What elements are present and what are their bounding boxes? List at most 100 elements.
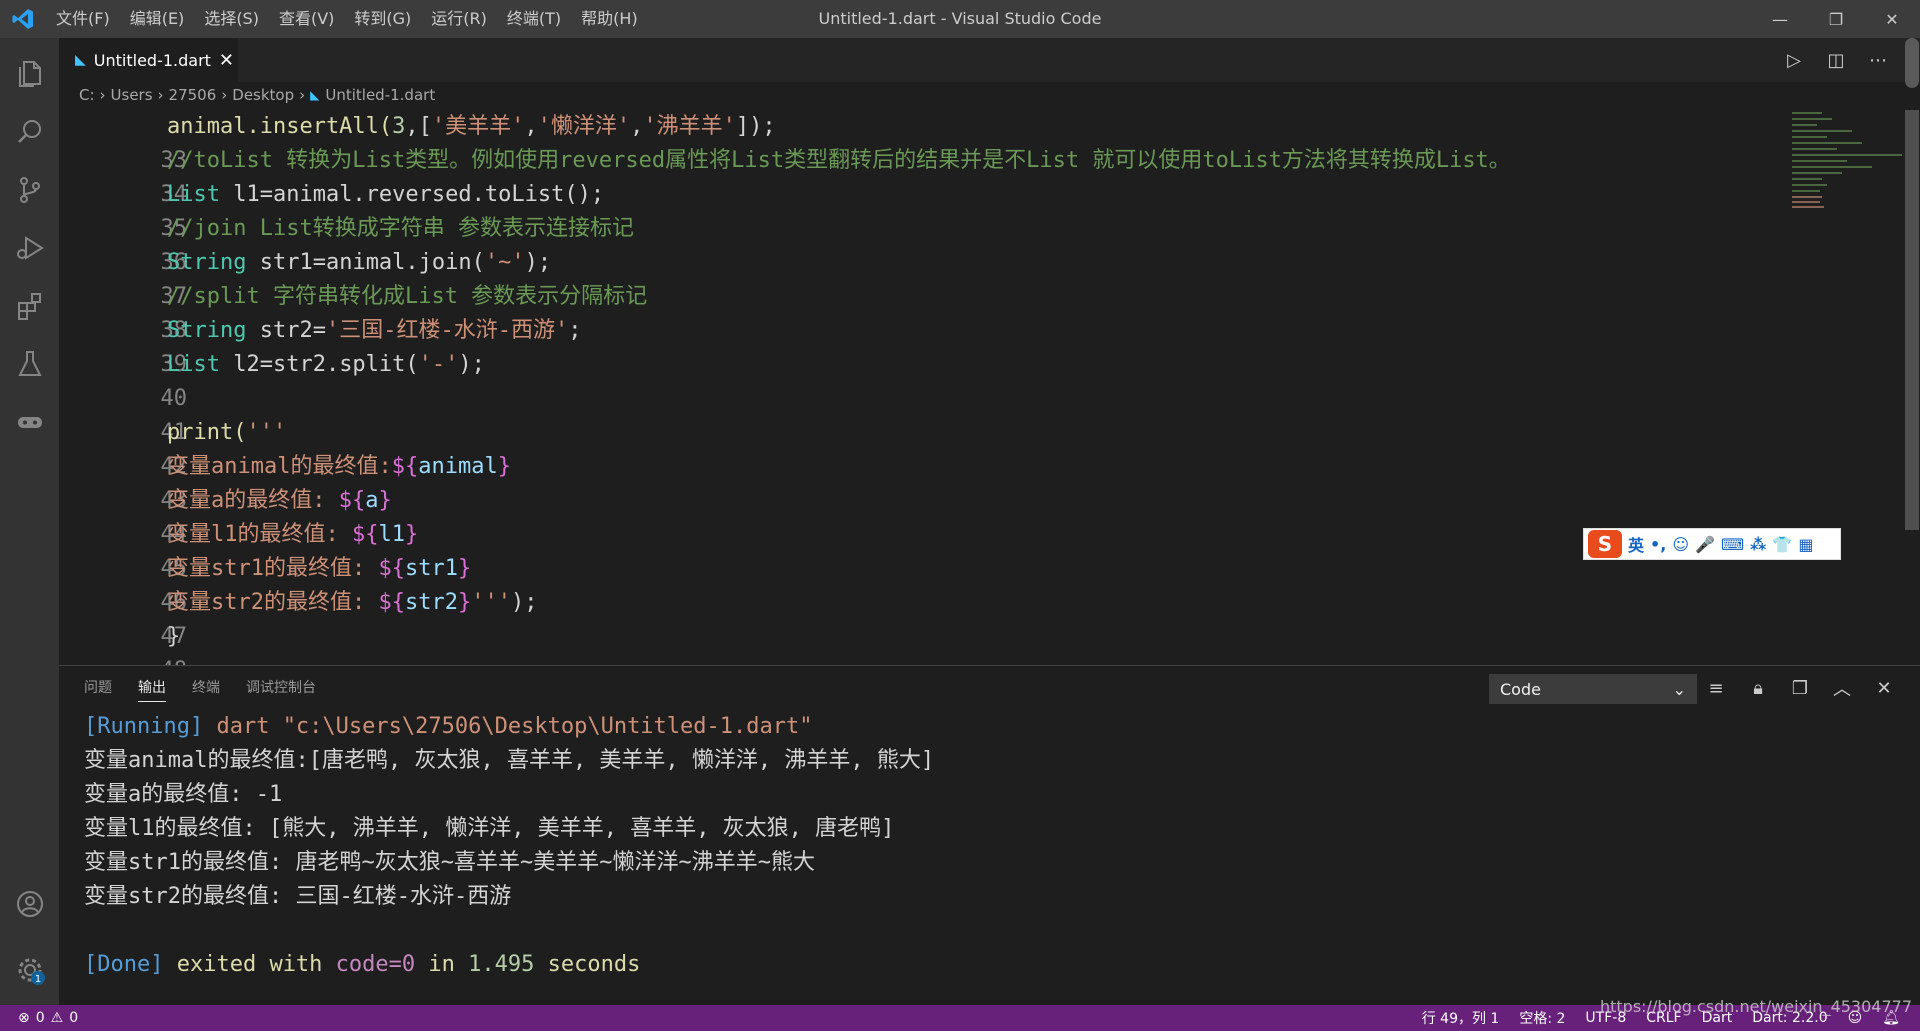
more-actions-icon[interactable]: ⋯ [1866,50,1890,71]
maximize-panel-icon[interactable]: ︿ [1831,675,1853,701]
ime-language-toggle[interactable]: 英 [1628,532,1644,556]
breadcrumb-users[interactable]: Users [111,86,153,104]
tab-close-icon[interactable]: ✕ [219,50,234,71]
clear-output-icon[interactable]: ≡ [1705,678,1727,699]
editor-tabs-bar: ◣ Untitled-1.dart ✕ ▷ ◫ ⋯ [59,38,1920,82]
minimap[interactable] [1790,110,1905,210]
remote-button[interactable] [0,394,59,450]
menu-edit[interactable]: 编辑(E) [120,0,195,38]
testing-button[interactable] [0,336,59,392]
tools-icon[interactable]: ⁂ [1750,535,1766,554]
search-button[interactable] [0,104,59,160]
output-channel-select[interactable]: Code ⌄ [1489,674,1697,704]
window-controls: — ❐ ✕ [1752,0,1920,38]
gear-icon: 1 [18,958,45,985]
elapsed-time: 1.495 [468,952,535,977]
menu-go[interactable]: 转到(G) [344,0,421,38]
code-token: } [457,590,472,615]
code-comment: //toList 转换为List类型。例如使用reversed属性将List类型… [167,148,1511,173]
breadcrumb: C: › Users › 27506 › Desktop › ◣ Untitle… [59,82,1920,108]
menu-run[interactable]: 运行(R) [421,0,497,38]
explorer-button[interactable] [0,46,59,102]
editor-scrollbar[interactable] [1905,110,1919,530]
output-line: 变量str1的最终值: 唐老鸭~灰太狼~喜羊羊~美羊羊~懒洋洋~沸羊羊~熊大 [84,850,815,875]
notification-count: 1 [34,974,40,985]
output-line: 变量animal的最终值:[唐老鸭, 灰太狼, 喜羊羊, 美羊羊, 懒洋洋, 沸… [84,748,935,773]
menu-help[interactable]: 帮助(H) [571,0,648,38]
close-panel-icon[interactable]: ✕ [1873,678,1895,699]
manage-button[interactable]: 1 [0,942,59,998]
breadcrumb-file[interactable]: Untitled-1.dart [325,86,435,104]
menu-view[interactable]: 查看(V) [269,0,344,38]
code-token: 变量animal的最终值: [167,454,392,479]
run-debug-button[interactable] [0,220,59,276]
tab-output[interactable]: 输出 [138,666,166,710]
code-line: 46 变量str1的最终值: ${str1} [59,552,471,615]
indentation[interactable]: 空格: 2 [1519,1008,1565,1028]
code-token: } [497,454,511,479]
code-line: 48 } [59,620,187,665]
watermark: https://blog.csdn.net/weixin_45304777 [1599,997,1912,1016]
run-file-icon[interactable]: ▷ [1782,50,1806,71]
cursor-position[interactable]: 行 49，列 1 [1422,1008,1500,1028]
sogou-logo-icon[interactable]: S [1588,530,1622,558]
search-icon [17,120,41,143]
tab-debug-console[interactable]: 调试控制台 [246,666,316,710]
menu-terminal[interactable]: 终端(T) [497,0,571,38]
extensions-icon [17,293,41,320]
code-token: 变量a的最终值: [167,488,339,513]
code-token: ; [568,318,582,343]
menu-file[interactable]: 文件(F) [46,0,120,38]
split-editor-icon[interactable]: ◫ [1824,50,1848,71]
code-line: 40 List l2=str2.split('-'); [59,348,484,411]
skin-icon[interactable]: 👕 [1772,535,1792,554]
exit-code: code=0 [335,952,416,977]
restore-icon: ❐ [1828,9,1844,29]
grid-menu-icon[interactable]: ▦ [1798,535,1813,554]
code-token: str1 [404,556,458,581]
breadcrumb-drive[interactable]: C: [79,86,95,104]
output-content[interactable]: [Running] dart "c:\Users\27506\Desktop\U… [84,710,1884,982]
code-comment: //join List转换成字符串 参数表示连接标记 [167,216,634,241]
breadcrumb-user-folder[interactable]: 27506 [169,86,217,104]
code-line: 34 //toList 转换为List类型。例如使用reversed属性将Lis… [59,144,1510,207]
tab-terminal[interactable]: 终端 [192,666,220,710]
error-icon: ⊗ [18,1010,30,1026]
breadcrumb-desktop[interactable]: Desktop [232,86,294,104]
close-window-button[interactable]: ✕ [1864,0,1920,38]
code-token: List [167,182,220,207]
code-token: print( [167,420,247,445]
code-token: '懒洋洋' [537,114,631,139]
code-token: '沸羊羊' [643,114,736,139]
code-editor[interactable]: 33 animal.insertAll(3,['美羊羊','懒洋洋','沸羊羊'… [59,110,1789,665]
code-token: ''' [246,420,287,445]
accounts-button[interactable] [0,876,59,932]
error-count: 0 [35,1010,45,1026]
tab-untitled-1[interactable]: ◣ Untitled-1.dart ✕ [59,38,238,82]
emoji-icon[interactable]: ☺ [1672,535,1689,554]
keyboard-icon[interactable]: ⌨ [1721,535,1744,554]
code-token: ${ [338,488,366,513]
problems-indicator[interactable]: ⊗ 0 ⚠ 0 [18,1010,78,1026]
output-line: [Done] exited with code=0 in 1.495 secon… [84,948,1884,982]
source-control-button[interactable] [0,162,59,218]
running-command: dart "c:\Users\27506\Desktop\Untitled-1.… [203,714,813,739]
code-token: ${ [378,590,405,615]
menu-selection[interactable]: 选择(S) [194,0,269,38]
done-tag: [Done] [84,952,164,977]
extensions-button[interactable] [0,278,59,334]
restore-button[interactable]: ❐ [1808,0,1864,38]
output-line: [Running] dart "c:\Users\27506\Desktop\U… [84,710,1884,744]
chevron-right-icon: › [299,86,306,104]
minimize-button[interactable]: — [1752,0,1808,38]
code-line: 36 //join List转换成字符串 参数表示连接标记 [59,212,633,275]
warning-icon: ⚠ [50,1010,64,1026]
files-icon [18,61,41,87]
tab-problems[interactable]: 问题 [84,666,112,710]
ime-punct-toggle[interactable]: •, [1650,535,1666,554]
lock-icon[interactable]: 🔒︎ [1747,678,1769,699]
open-log-icon[interactable]: ❐ [1789,678,1811,699]
microphone-icon[interactable]: 🎤 [1695,535,1715,554]
top-scroll-thumb[interactable] [1905,38,1919,88]
tab-label: Untitled-1.dart [93,50,211,70]
